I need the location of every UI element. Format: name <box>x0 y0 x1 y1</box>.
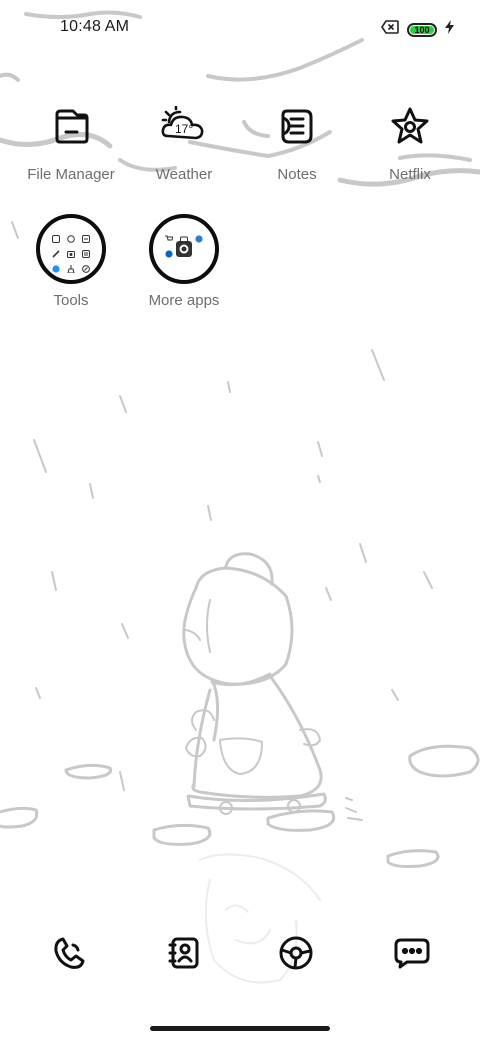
folder-label: More apps <box>148 292 220 309</box>
sun-cloud-icon: 17° <box>129 96 239 156</box>
mini-settings-icon <box>176 241 192 257</box>
status-time: 10:48 AM <box>60 18 130 35</box>
mini-brush-icon <box>52 245 60 258</box>
mini-empty-slot <box>195 245 203 253</box>
star-icon <box>355 96 465 156</box>
dock-messages[interactable] <box>387 930 437 980</box>
app-label: Weather <box>155 166 213 183</box>
dock-browser[interactable] <box>271 930 321 980</box>
status-bar: 10:48 AM 100 <box>0 0 480 56</box>
mini-linkedin-icon <box>165 245 173 258</box>
folder-icon <box>149 214 219 284</box>
no-sim-icon <box>381 20 399 39</box>
mini-compass-icon <box>81 260 90 274</box>
mini-browser-icon <box>195 230 203 243</box>
folder-label: Tools <box>53 292 89 309</box>
app-netflix[interactable]: Netflix <box>355 96 465 183</box>
folder-preview-grid <box>162 226 206 272</box>
folder-box-icon <box>16 96 126 156</box>
phone-icon <box>51 935 87 976</box>
app-weather[interactable]: 17° Weather <box>129 96 239 183</box>
notes-icon <box>242 96 352 156</box>
folder-preview-grid <box>49 226 93 274</box>
browser-icon <box>278 935 314 976</box>
mini-app-icon <box>52 230 61 243</box>
contacts-icon <box>166 935 202 976</box>
app-file-manager[interactable]: File Manager <box>16 96 126 183</box>
home-screen: 10:48 AM 100 File Manager 17° Weather No… <box>0 0 480 1040</box>
dock <box>0 930 480 990</box>
mini-cart-icon <box>165 230 174 240</box>
dock-phone[interactable] <box>44 930 94 980</box>
mini-app-icon <box>81 230 90 243</box>
dock-contacts[interactable] <box>159 930 209 980</box>
home-indicator[interactable] <box>150 1026 330 1031</box>
battery-icon: 100 <box>407 22 437 37</box>
mini-app-icon <box>81 245 90 258</box>
charging-bolt-icon <box>445 20 454 39</box>
messages-icon <box>393 935 431 976</box>
status-icons: 100 <box>381 20 454 39</box>
app-label: Netflix <box>389 166 431 183</box>
app-label: Notes <box>277 166 317 183</box>
mini-camera-icon <box>66 245 75 258</box>
folder-more-apps[interactable]: More apps <box>129 214 239 309</box>
mini-store-icon <box>180 230 188 243</box>
battery-level-text: 100 <box>414 24 430 35</box>
weather-temperature: 17° <box>175 122 193 136</box>
app-label: File Manager <box>27 166 115 183</box>
mini-clock-icon <box>67 230 75 243</box>
mini-globe-icon <box>52 260 60 273</box>
app-notes[interactable]: Notes <box>242 96 352 183</box>
folder-tools[interactable]: Tools <box>16 214 126 309</box>
folder-icon <box>36 214 106 284</box>
mini-cleaner-icon <box>67 260 75 274</box>
